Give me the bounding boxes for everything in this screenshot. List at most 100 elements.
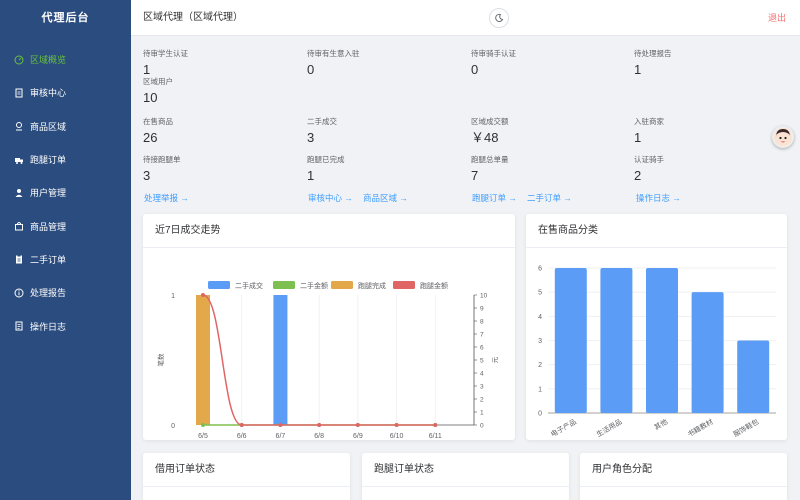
top-header: 区域代理（区域代理） 退出 (131, 0, 800, 36)
stat-label: 待审骑手认证 (471, 49, 516, 58)
sidebar-item-label: 商品管理 (30, 221, 67, 232)
right-tick-label: 10 (480, 293, 488, 300)
bar (600, 268, 633, 413)
errand-status-card: 跑腿订单状态 (362, 453, 569, 500)
sidebar-item-secondhand-orders[interactable]: 二手订单 (0, 243, 131, 276)
bar (691, 292, 724, 413)
legend-label: 二手成交 (235, 281, 263, 290)
sidebar-item-label: 处理报告 (30, 288, 67, 299)
stat-value: 1 (634, 62, 642, 77)
y-tick-label: 3 (538, 338, 542, 345)
y-tick-label: 4 (538, 314, 542, 321)
stat-value: 0 (307, 62, 315, 77)
stat-secondhand-deals: 二手成交 3 (307, 117, 447, 146)
left-tick-label: 1 (171, 293, 175, 300)
x-tick-label: 生活用品 (595, 417, 624, 439)
category-chart: 0 1 2 3 4 5 6 电子产品 生活用品 其他 书籍教材 服饰鞋包 (538, 266, 776, 439)
document-icon (15, 88, 23, 98)
sidebar-item-errand-orders[interactable]: 跑腿订单 (0, 143, 131, 176)
stat-label: 待审有生意入驻 (307, 49, 360, 58)
stat-on-sale-products: 在售商品 26 (143, 117, 283, 146)
link-errand-orders[interactable]: 跑腿订单 → (472, 192, 517, 204)
stat-label: 待接跑腿单 (143, 155, 181, 164)
right-tick-label: 1 (480, 410, 484, 417)
legend-label: 跑腿完成 (358, 281, 386, 290)
left-tick-label: 0 (171, 423, 175, 430)
bar (196, 295, 210, 425)
series-point (433, 423, 438, 427)
card-title: 借用订单状态 (143, 453, 350, 487)
sidebar-brand: 代理后台 (41, 12, 90, 24)
stat-pending-errands: 待接跑腿单 3 (143, 155, 283, 184)
dashboard-icon (14, 55, 24, 65)
sidebar-item-reports[interactable]: 处理报告 (0, 276, 131, 309)
stat-value: 3 (143, 168, 151, 183)
stat-value: ￥48 (471, 130, 499, 145)
sidebar-item-label: 操作日志 (30, 321, 67, 332)
x-tick-label: 服饰鞋包 (731, 417, 760, 439)
stat-label: 认证骑手 (634, 155, 664, 164)
user-icon (15, 188, 23, 197)
sidebar-item-users[interactable]: 用户管理 (0, 176, 131, 209)
link-secondhand-orders[interactable]: 二手订单 → (527, 192, 572, 204)
right-tick-label: 9 (480, 306, 484, 313)
x-tick-label: 书籍教材 (686, 417, 715, 439)
stat-value: 3 (307, 130, 315, 145)
right-tick-label: 4 (480, 371, 484, 378)
stat-label: 二手成交 (307, 117, 337, 126)
legend-swatch (331, 281, 353, 289)
series-point (394, 423, 399, 427)
right-tick-label: 5 (480, 358, 484, 365)
x-tick-label: 6/10 (390, 433, 404, 440)
stat-value: 1 (307, 168, 315, 183)
stat-pending-rider-auth: 待审骑手认证 0 (471, 49, 611, 78)
trend-chart: 二手成交 二手金额 跑腿完成 跑腿金额01012345678910笔数 元6/5 6/6 6… (156, 281, 499, 440)
stat-label: 待处理报告 (634, 49, 672, 58)
sidebar-item-product-area[interactable]: 商品区域 (0, 110, 131, 143)
stat-errands-total: 跑腿总单量 7 (471, 155, 611, 184)
link-product-area[interactable]: 商品区域 → (363, 192, 408, 204)
assistant-avatar[interactable] (772, 126, 794, 148)
link-operation-logs[interactable]: 操作日志 → (636, 192, 681, 204)
stat-errands-done: 跑腿已完成 1 (307, 155, 447, 184)
user-roles-card: 用户角色分配 (580, 453, 787, 500)
right-tick-label: 2 (480, 397, 484, 404)
right-tick-label: 7 (480, 332, 484, 339)
legend-swatch (273, 281, 295, 289)
legend-label: 跑腿金额 (420, 281, 448, 290)
stat-value: 0 (471, 62, 479, 77)
right-tick-label: 3 (480, 384, 484, 391)
stat-value: 7 (471, 168, 479, 183)
series-point (201, 293, 205, 297)
x-tick-label: 6/7 (276, 433, 286, 440)
y-tick-label: 1 (538, 386, 542, 393)
series-point (278, 423, 283, 427)
stat-merchants: 入驻商家 1 (634, 117, 774, 146)
sidebar-item-review[interactable]: 审核中心 (0, 76, 131, 109)
sidebar-item-overview[interactable]: 区域概览 (0, 43, 131, 76)
bar (737, 340, 770, 413)
theme-toggle-button[interactable] (489, 8, 509, 28)
card-title: 近7日成交走势 (143, 214, 515, 248)
legend-swatch (208, 281, 230, 289)
x-tick-label: 6/11 (429, 433, 442, 440)
link-handle-reports[interactable]: 处理举报 → (144, 192, 189, 204)
card-title: 跑腿订单状态 (362, 453, 569, 487)
link-review-center[interactable]: 审核中心 → (308, 192, 353, 204)
sidebar-item-label: 商品区域 (30, 121, 67, 132)
sidebar-item-products[interactable]: 商品管理 (0, 209, 131, 242)
x-tick-label: 电子产品 (549, 417, 578, 439)
log-icon (15, 321, 23, 331)
stats-panel: 待审学生认证 1 待审有生意入驻 0 待审骑手认证 0 待处理报告 1 区域用户… (131, 36, 800, 212)
y-tick-label: 6 (538, 266, 542, 273)
series-point (201, 423, 205, 427)
logout-button[interactable]: 退出 (768, 0, 786, 36)
stat-region-users: 区域用户 10 (143, 77, 283, 106)
sidebar-item-logs[interactable]: 操作日志 (0, 309, 131, 342)
stat-pending-student-auth: 待审学生认证 1 (143, 49, 283, 78)
stat-label: 跑腿已完成 (307, 155, 345, 164)
stat-label: 区域用户 (143, 77, 173, 86)
series-point (317, 423, 322, 427)
category-chart-card: 在售商品分类 0 1 2 3 4 5 6 电子产品 生活用品 其他 书籍教材 服饰鞋包 (526, 214, 787, 440)
left-axis-title: 笔数 (156, 353, 165, 367)
